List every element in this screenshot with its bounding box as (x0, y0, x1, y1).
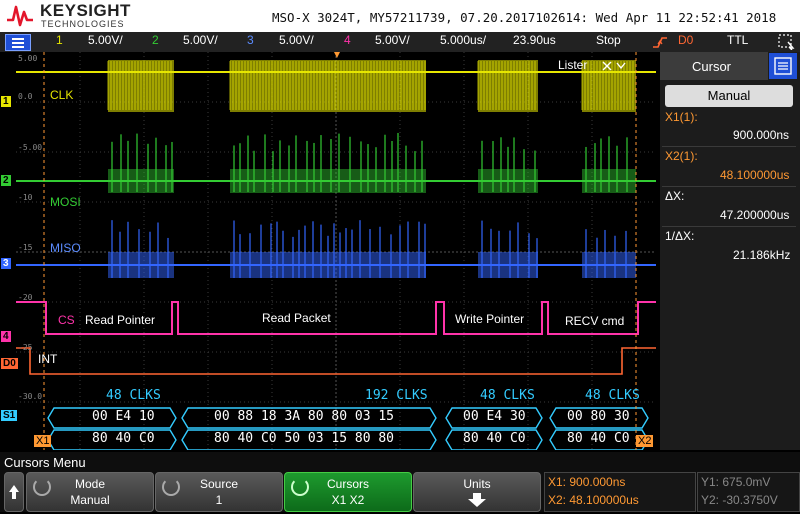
ch2-label: MOSI (50, 195, 81, 209)
inv-delta-x-label: 1/ΔX: (665, 229, 695, 243)
ch3-number[interactable]: 3 (247, 33, 254, 47)
mosi-bytes: 00 88 18 3A 80 80 03 15 (214, 409, 395, 424)
clk-count: 48 CLKS (585, 388, 640, 403)
trigger-type[interactable]: TTL (727, 33, 748, 47)
main-menu-button[interactable] (5, 34, 31, 51)
miso-bytes: 80 40 C0 (463, 431, 526, 446)
trigger-edge-icon (653, 37, 667, 48)
inv-delta-x-value: 21.186kHz (733, 248, 791, 262)
back-button[interactable] (4, 472, 24, 512)
cs-annotation: Write Pointer (455, 312, 525, 326)
miso-bytes: 80 40 C0 50 03 15 80 80 (214, 431, 395, 446)
listener-label: Lister (558, 58, 588, 72)
readout-x2: X2: 48.100000us (548, 493, 639, 507)
ch2-marker[interactable]: 2 (1, 175, 11, 186)
panel-menu-icon[interactable] (769, 53, 797, 79)
cursor-x1-label[interactable]: X1 (34, 435, 52, 447)
cursor-panel-title: Cursor (692, 59, 732, 74)
clk-count: 48 CLKS (480, 388, 535, 403)
mode-softkey-value: Manual (70, 493, 110, 507)
ch3-label: MISO (50, 241, 81, 255)
d0-label: INT (38, 352, 58, 366)
cursor-x2-label[interactable]: X2 (636, 435, 654, 447)
cursors-softkey-value: X1 X2 (331, 493, 365, 507)
x1-label: X1(1): (665, 110, 698, 124)
ch3-marker[interactable]: 3 (1, 258, 11, 269)
serial-marker[interactable]: S1 (1, 410, 18, 421)
mosi-bytes: 00 E4 30 (463, 409, 526, 424)
volt-tick: -25 (18, 343, 33, 352)
divider (662, 146, 796, 147)
volt-tick: -30.0 (18, 392, 43, 401)
volt-tick: -5.00 (18, 143, 43, 152)
cs-annotation: Read Pointer (85, 313, 156, 327)
delay[interactable]: 23.90us (513, 33, 556, 47)
x1-value: 900.000ns (733, 128, 790, 142)
keysight-logo (7, 5, 33, 27)
delta-x-value: 47.200000us (720, 208, 790, 222)
brand-subtitle: TECHNOLOGIES (41, 19, 125, 29)
brand-name: KEYSIGHT (40, 1, 131, 20)
cs-annotation: RECV cmd (565, 314, 625, 328)
units-softkey-label: Units (463, 477, 491, 491)
d0-marker[interactable]: D0 (1, 358, 18, 369)
clk-count: 48 CLKS (106, 388, 161, 403)
mosi-burst (230, 169, 426, 193)
ch4-marker[interactable]: 4 (1, 331, 11, 342)
miso-bytes: 80 40 C0 (567, 431, 630, 446)
trigger-source[interactable]: D0 (678, 33, 693, 47)
mosi-burst (108, 169, 174, 193)
readout-y2: Y2: -30.3750V (701, 493, 778, 507)
touch-lock-icon[interactable] (778, 34, 796, 50)
mode-softkey-label: Mode (74, 477, 106, 491)
ch4-number[interactable]: 4 (344, 33, 351, 47)
volt-tick: 5.00 (18, 54, 38, 63)
listener-close-icon[interactable] (600, 59, 628, 73)
volt-tick: 0.0 (18, 92, 33, 101)
ch1-marker[interactable]: 1 (1, 96, 11, 107)
cs-annotation: Read Packet (262, 311, 331, 325)
delta-x-label: ΔX: (665, 189, 685, 203)
readout-y1: Y1: 675.0mV (701, 475, 771, 489)
clk-burst (230, 60, 426, 112)
volt-tick: -20 (18, 293, 33, 302)
mosi-bytes: 00 80 30 (567, 409, 630, 424)
readout-x1: X1: 900.000ns (548, 475, 626, 489)
cursors-softkey-label: Cursors (326, 477, 369, 491)
ch3-scale[interactable]: 5.00V/ (279, 33, 314, 47)
ch2-number[interactable]: 2 (152, 33, 159, 47)
mosi-bytes: 00 E4 10 (92, 409, 155, 424)
miso-bytes: 80 40 C0 (92, 431, 155, 446)
ch4-label: CS (58, 313, 75, 327)
down-arrow-icon (468, 493, 486, 507)
instrument-title: MSO-X 3024T, MY57211739, 07.20.201710261… (272, 10, 777, 25)
up-arrow-icon (9, 485, 19, 499)
x2-value: 48.100000us (720, 168, 790, 182)
run-state: Stop (596, 33, 621, 47)
miso-burst (582, 252, 636, 278)
trigger-position-marker (334, 52, 340, 58)
clk-count: 192 CLKS (365, 388, 428, 403)
divider (662, 226, 796, 227)
volt-tick: -15 (18, 243, 33, 252)
cursor-mode-button[interactable]: Manual (665, 85, 793, 107)
source-softkey-value: 1 (215, 493, 223, 507)
ch1-number[interactable]: 1 (56, 33, 63, 47)
divider (662, 186, 796, 187)
miso-burst (108, 252, 174, 278)
source-softkey-label: Source (199, 477, 239, 491)
mode-softkey[interactable]: Mode Manual (26, 472, 154, 512)
ch4-scale[interactable]: 5.00V/ (375, 33, 410, 47)
ch1-scale[interactable]: 5.00V/ (88, 33, 123, 47)
volt-tick: -10 (18, 193, 33, 202)
ch1-label: CLK (50, 88, 74, 102)
cursors-softkey[interactable]: Cursors X1 X2 (284, 472, 412, 512)
timebase[interactable]: 5.000us/ (440, 33, 486, 47)
source-softkey[interactable]: Source 1 (155, 472, 283, 512)
x2-label: X2(1): (665, 149, 698, 163)
ch2-scale[interactable]: 5.00V/ (183, 33, 218, 47)
menu-name: Cursors Menu (4, 455, 86, 470)
units-softkey[interactable]: Units (413, 472, 541, 512)
